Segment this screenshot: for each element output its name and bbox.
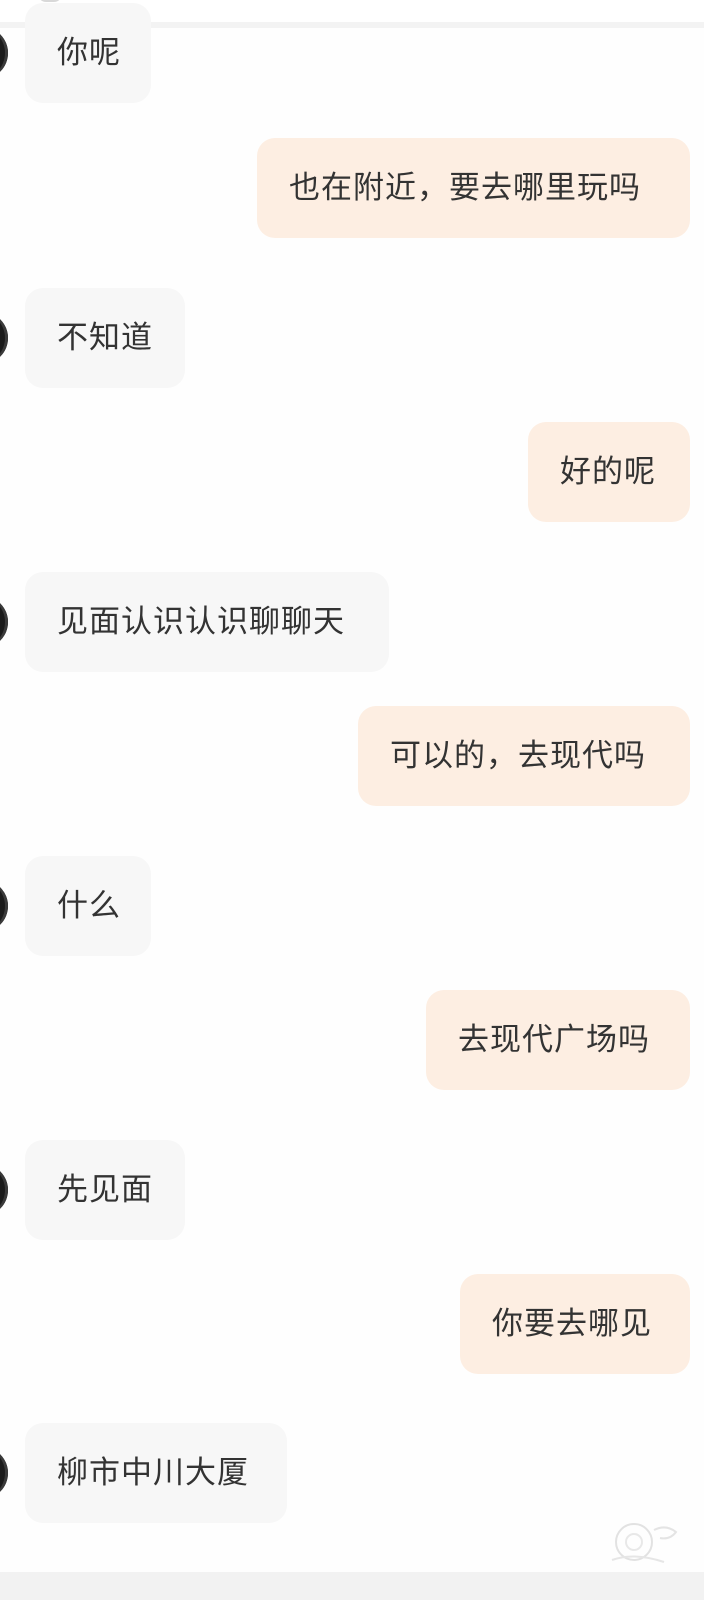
message-row-incoming: 你呢	[0, 3, 704, 103]
message-bubble-incoming[interactable]: 柳市中川大厦	[25, 1423, 287, 1523]
contact-avatar[interactable]	[0, 596, 8, 648]
contact-avatar[interactable]	[0, 1164, 8, 1216]
message-row-incoming: 柳市中川大厦	[0, 1423, 704, 1523]
message-bubble-incoming[interactable]: 不知道	[25, 288, 185, 388]
message-row-outgoing: 也在附近，要去哪里玩吗	[0, 138, 704, 238]
message-row-outgoing: 可以的，去现代吗	[0, 706, 704, 806]
contact-avatar[interactable]	[0, 880, 8, 932]
contact-avatar[interactable]	[0, 312, 8, 364]
message-bubble-incoming[interactable]: 什么	[25, 856, 151, 956]
contact-avatar[interactable]	[0, 27, 8, 79]
input-bar[interactable]	[0, 1572, 704, 1600]
message-bubble-incoming[interactable]: 见面认识认识聊聊天	[25, 572, 389, 672]
top-bar-edge	[38, 0, 62, 2]
message-bubble-incoming[interactable]: 先见面	[25, 1140, 185, 1240]
message-row-outgoing: 你要去哪见	[0, 1274, 704, 1374]
message-bubble-outgoing[interactable]: 好的呢	[528, 422, 690, 522]
message-bubble-outgoing[interactable]: 可以的，去现代吗	[358, 706, 690, 806]
message-row-incoming: 不知道	[0, 288, 704, 388]
message-bubble-outgoing[interactable]: 去现代广场吗	[426, 990, 690, 1090]
message-row-incoming: 先见面	[0, 1140, 704, 1240]
app-watermark-icon	[611, 1523, 678, 1563]
message-row-incoming: 什么	[0, 856, 704, 956]
message-row-incoming: 见面认识认识聊聊天	[0, 572, 704, 672]
message-bubble-outgoing[interactable]: 也在附近，要去哪里玩吗	[257, 138, 690, 238]
message-bubble-outgoing[interactable]: 你要去哪见	[460, 1274, 690, 1374]
message-bubble-incoming[interactable]: 你呢	[25, 3, 151, 103]
contact-avatar[interactable]	[0, 1447, 8, 1499]
message-row-outgoing: 去现代广场吗	[0, 990, 704, 1090]
message-row-outgoing: 好的呢	[0, 422, 704, 522]
